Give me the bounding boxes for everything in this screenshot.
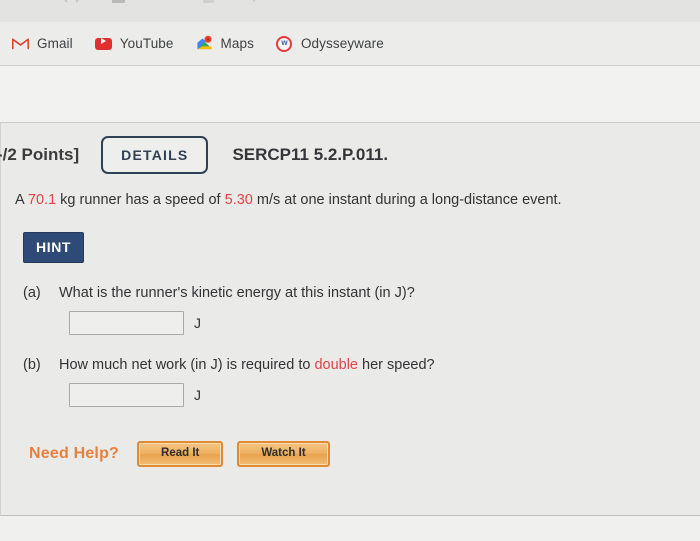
question-part-a: (a) What is the runner's kinetic energy … (1, 285, 700, 335)
part-b-answer-row: J (23, 382, 700, 407)
bookmark-label: Maps (220, 36, 254, 51)
part-b-post: her speed? (358, 356, 435, 373)
bookmark-gmail[interactable]: Gmail (12, 35, 73, 52)
page-footer-area (0, 516, 700, 541)
question-code: SERCP11 5.2.P.011. (232, 145, 389, 164)
statement-post: m/s at one instant during a long-distanc… (252, 192, 562, 208)
statement-speed-value: 5.30 (224, 192, 253, 208)
gmail-icon (12, 35, 29, 52)
reload-icon-ghost (64, 0, 79, 5)
statement-pre: A (15, 192, 28, 208)
statement-mass-value: 70.1 (27, 192, 57, 208)
part-b-unit-label: J (194, 386, 201, 403)
watch-it-button[interactable]: Watch It (237, 440, 330, 468)
statement-mid: kg runner has a speed of (56, 192, 225, 208)
maps-icon (196, 35, 213, 52)
youtube-icon (94, 35, 112, 52)
question-statement: A 70.1 kg runner has a speed of 5.30 m/s… (1, 191, 700, 210)
part-a-answer-row: J (23, 310, 700, 335)
part-a-prompt: (a) What is the runner's kinetic energy … (23, 285, 700, 301)
hint-button[interactable]: HINT (23, 231, 85, 263)
browser-chrome-partial (0, 0, 700, 22)
need-help-label: Need Help? (29, 445, 120, 463)
bookmark-youtube[interactable]: YouTube (94, 35, 174, 52)
bookmark-label: Odysseyware (300, 36, 384, 51)
points-label: -/2 Points] (0, 145, 80, 164)
part-b-answer-input[interactable] (69, 382, 184, 407)
bookmark-label: YouTube (119, 36, 174, 51)
bookmark-odysseyware[interactable]: w Odysseyware (276, 35, 384, 52)
odysseyware-icon: w (276, 35, 293, 52)
part-a-answer-input[interactable] (69, 310, 184, 335)
read-it-button[interactable]: Read It (137, 440, 224, 468)
bookmark-maps[interactable]: Maps (196, 35, 254, 52)
extension-icon-ghost (203, 0, 214, 3)
part-b-emphasis: double (314, 356, 358, 373)
part-b-pre: How much net work (in J) is required to (59, 356, 315, 373)
question-header: -/2 Points] DETAILS SERCP11 5.2.P.011. (0, 123, 700, 187)
tab-icon-ghost (112, 0, 125, 3)
part-b-letter: (b) (23, 356, 41, 373)
question-part-b: (b) How much net work (in J) is required… (1, 357, 700, 407)
bookmark-label: Gmail (37, 36, 73, 51)
part-b-text: How much net work (in J) is required to … (59, 357, 435, 373)
part-a-text: What is the runner's kinetic energy at t… (59, 285, 415, 301)
details-button[interactable]: DETAILS (101, 136, 209, 174)
history-icon-ghost (243, 0, 256, 4)
part-a-pre: What is the runner's kinetic energy at t… (59, 284, 415, 301)
bookmarks-bar: Gmail YouTube Maps w Odysseyware (0, 22, 700, 66)
page-whitespace-band (0, 66, 700, 123)
part-a-letter: (a) (23, 284, 41, 301)
need-help-section: Need Help? Read It Watch It (1, 440, 700, 468)
question-panel: -/2 Points] DETAILS SERCP11 5.2.P.011. A… (0, 123, 700, 516)
part-a-unit-label: J (194, 314, 201, 331)
part-b-prompt: (b) How much net work (in J) is required… (23, 357, 700, 373)
